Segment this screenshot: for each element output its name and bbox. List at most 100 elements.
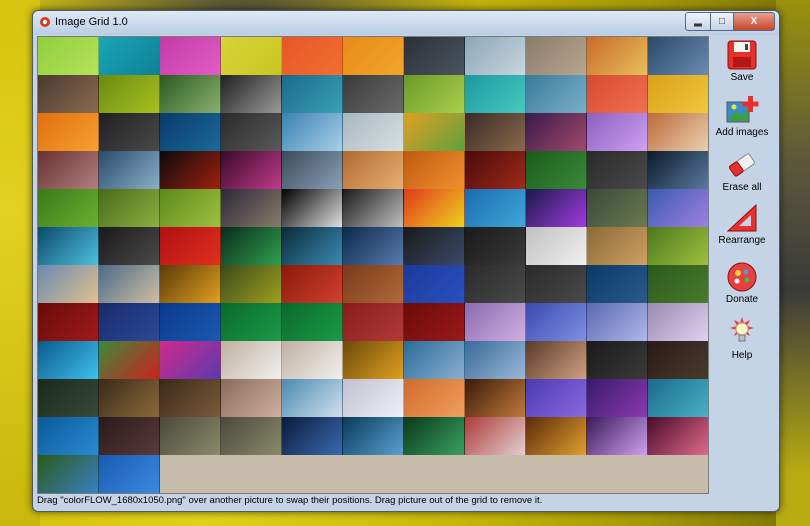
- image-thumbnail[interactable]: [282, 303, 343, 341]
- image-thumbnail[interactable]: [648, 303, 708, 341]
- minimize-button[interactable]: ▂: [685, 12, 711, 31]
- image-thumbnail[interactable]: [160, 37, 221, 75]
- image-thumbnail[interactable]: [648, 379, 708, 417]
- image-thumbnail[interactable]: [343, 379, 404, 417]
- image-thumbnail[interactable]: [465, 189, 526, 227]
- image-thumbnail[interactable]: [648, 417, 708, 455]
- image-thumbnail[interactable]: [648, 341, 708, 379]
- image-thumbnail[interactable]: [38, 37, 99, 75]
- image-thumbnail[interactable]: [648, 37, 708, 75]
- image-thumbnail[interactable]: [465, 341, 526, 379]
- image-thumbnail[interactable]: [38, 379, 99, 417]
- image-thumbnail[interactable]: [465, 227, 526, 265]
- image-thumbnail[interactable]: [587, 341, 648, 379]
- image-thumbnail[interactable]: [99, 189, 160, 227]
- image-thumbnail[interactable]: [160, 303, 221, 341]
- image-grid-area[interactable]: [37, 36, 709, 494]
- image-thumbnail[interactable]: [587, 417, 648, 455]
- image-thumbnail[interactable]: [99, 265, 160, 303]
- image-thumbnail[interactable]: [160, 227, 221, 265]
- image-thumbnail[interactable]: [282, 417, 343, 455]
- image-thumbnail[interactable]: [587, 265, 648, 303]
- image-thumbnail[interactable]: [343, 37, 404, 75]
- image-thumbnail[interactable]: [404, 303, 465, 341]
- image-thumbnail[interactable]: [221, 151, 282, 189]
- image-thumbnail[interactable]: [282, 265, 343, 303]
- rearrange-button[interactable]: Rearrange: [709, 202, 775, 246]
- image-thumbnail[interactable]: [160, 113, 221, 151]
- image-thumbnail[interactable]: [282, 37, 343, 75]
- image-thumbnail[interactable]: [404, 417, 465, 455]
- image-thumbnail[interactable]: [526, 303, 587, 341]
- image-thumbnail[interactable]: [343, 151, 404, 189]
- image-thumbnail[interactable]: [465, 151, 526, 189]
- image-thumbnail[interactable]: [465, 379, 526, 417]
- image-thumbnail[interactable]: [282, 341, 343, 379]
- image-thumbnail[interactable]: [404, 265, 465, 303]
- image-thumbnail[interactable]: [282, 379, 343, 417]
- image-thumbnail[interactable]: [160, 417, 221, 455]
- maximize-button[interactable]: □: [711, 12, 734, 31]
- image-thumbnail[interactable]: [221, 417, 282, 455]
- image-thumbnail[interactable]: [99, 37, 160, 75]
- image-thumbnail[interactable]: [221, 113, 282, 151]
- image-thumbnail[interactable]: [38, 113, 99, 151]
- image-thumbnail[interactable]: [465, 265, 526, 303]
- image-thumbnail[interactable]: [587, 227, 648, 265]
- image-thumbnail[interactable]: [38, 227, 99, 265]
- image-thumbnail[interactable]: [526, 417, 587, 455]
- image-thumbnail[interactable]: [221, 227, 282, 265]
- close-button[interactable]: X: [734, 12, 775, 31]
- image-thumbnail[interactable]: [160, 265, 221, 303]
- title-bar[interactable]: Image Grid 1.0 ▂ □ X: [33, 11, 779, 35]
- image-thumbnail[interactable]: [99, 75, 160, 113]
- erase-all-button[interactable]: Erase all: [709, 149, 775, 193]
- image-thumbnail[interactable]: [160, 151, 221, 189]
- image-thumbnail[interactable]: [526, 379, 587, 417]
- image-thumbnail[interactable]: [526, 37, 587, 75]
- image-thumbnail[interactable]: [99, 151, 160, 189]
- image-thumbnail[interactable]: [221, 37, 282, 75]
- image-thumbnail[interactable]: [221, 379, 282, 417]
- image-thumbnail[interactable]: [343, 265, 404, 303]
- image-thumbnail[interactable]: [404, 151, 465, 189]
- image-thumbnail[interactable]: [38, 303, 99, 341]
- image-thumbnail[interactable]: [160, 75, 221, 113]
- image-thumbnail[interactable]: [99, 379, 160, 417]
- image-thumbnail[interactable]: [587, 75, 648, 113]
- image-thumbnail[interactable]: [38, 265, 99, 303]
- image-thumbnail[interactable]: [404, 37, 465, 75]
- image-thumbnail[interactable]: [587, 113, 648, 151]
- image-thumbnail[interactable]: [160, 189, 221, 227]
- image-thumbnail[interactable]: [282, 113, 343, 151]
- image-thumbnail[interactable]: [38, 75, 99, 113]
- image-thumbnail[interactable]: [526, 113, 587, 151]
- image-thumbnail[interactable]: [587, 37, 648, 75]
- image-thumbnail[interactable]: [587, 379, 648, 417]
- image-thumbnail[interactable]: [38, 189, 99, 227]
- image-thumbnail[interactable]: [526, 189, 587, 227]
- image-thumbnail[interactable]: [221, 303, 282, 341]
- image-thumbnail[interactable]: [526, 75, 587, 113]
- image-thumbnail[interactable]: [465, 417, 526, 455]
- image-thumbnail[interactable]: [587, 303, 648, 341]
- image-thumbnail[interactable]: [343, 417, 404, 455]
- image-thumbnail[interactable]: [648, 265, 708, 303]
- image-thumbnail[interactable]: [404, 75, 465, 113]
- image-thumbnail[interactable]: [38, 417, 99, 455]
- image-thumbnail[interactable]: [38, 151, 99, 189]
- add-images-button[interactable]: Add images: [709, 94, 775, 138]
- image-thumbnail[interactable]: [343, 227, 404, 265]
- image-thumbnail[interactable]: [404, 227, 465, 265]
- image-thumbnail[interactable]: [648, 151, 708, 189]
- image-thumbnail[interactable]: [404, 113, 465, 151]
- image-thumbnail[interactable]: [38, 455, 99, 493]
- image-thumbnail[interactable]: [587, 189, 648, 227]
- image-thumbnail[interactable]: [99, 227, 160, 265]
- image-thumbnail[interactable]: [282, 151, 343, 189]
- image-thumbnail[interactable]: [404, 379, 465, 417]
- image-thumbnail[interactable]: [221, 75, 282, 113]
- image-thumbnail[interactable]: [587, 151, 648, 189]
- help-button[interactable]: Help: [709, 315, 775, 361]
- image-thumbnail[interactable]: [648, 113, 708, 151]
